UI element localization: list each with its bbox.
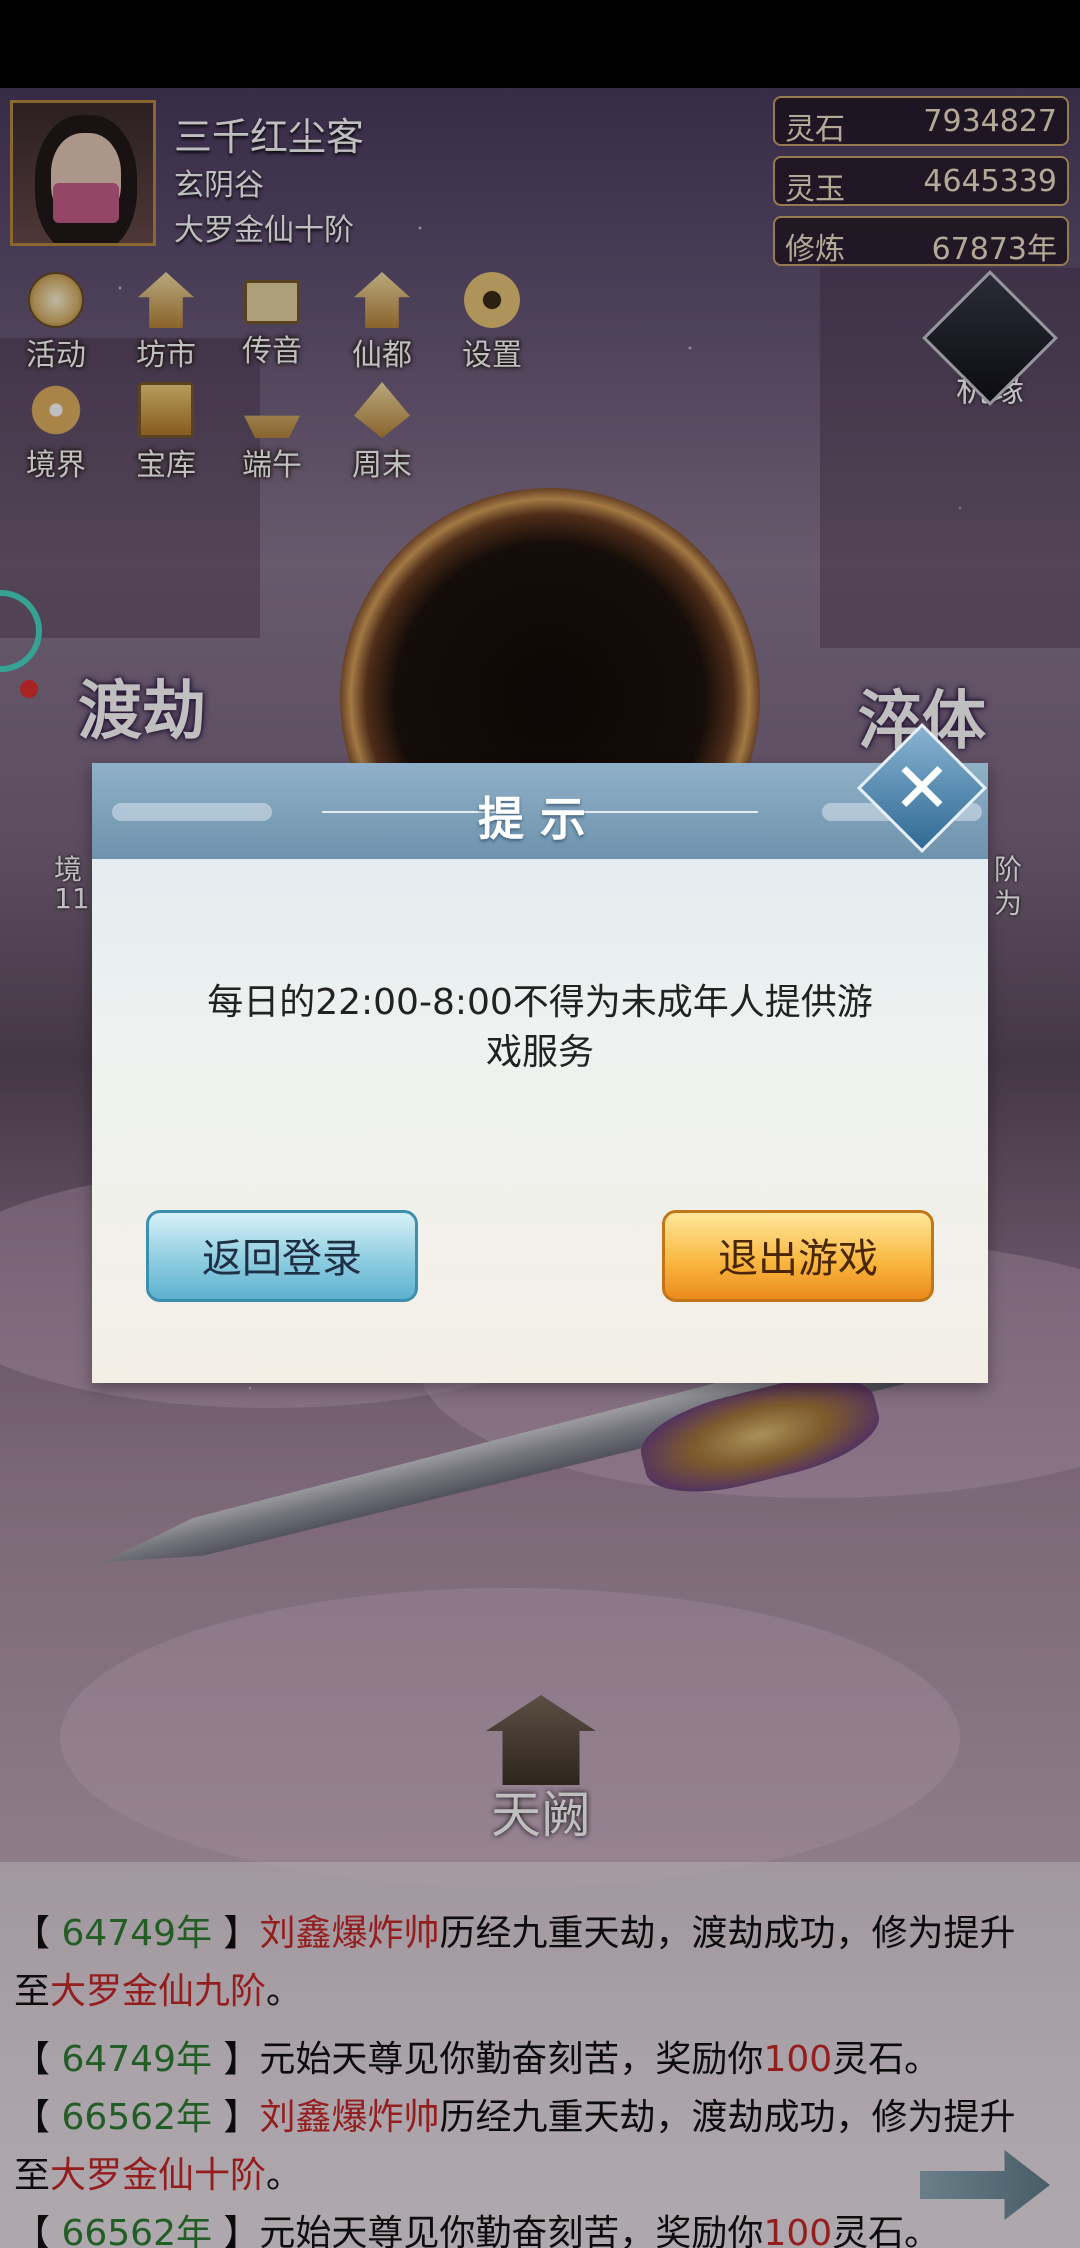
dialog-header: 提示	[92, 763, 988, 859]
dialog-message-line1: 每日的22:00-8:00不得为未成年人提供游	[207, 982, 873, 1023]
dialog-message: 每日的22:00-8:00不得为未成年人提供游 戏服务	[92, 978, 988, 1078]
return-login-button[interactable]: 返回登录	[146, 1210, 418, 1302]
close-icon: ✕	[892, 747, 952, 829]
dialog-message-line2: 戏服务	[485, 1032, 594, 1073]
exit-game-button[interactable]: 退出游戏	[662, 1210, 934, 1302]
dialog-title: 提示	[478, 792, 602, 846]
